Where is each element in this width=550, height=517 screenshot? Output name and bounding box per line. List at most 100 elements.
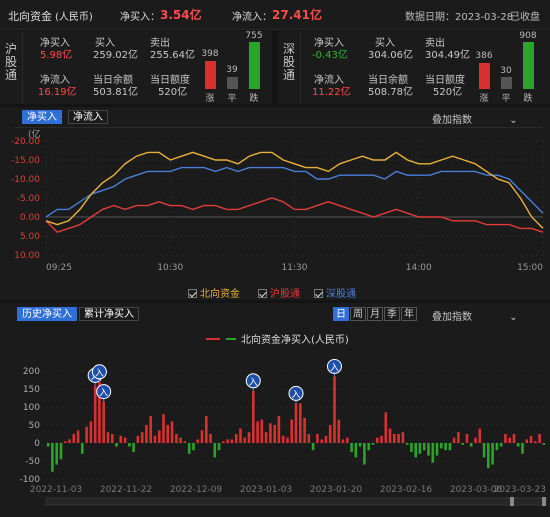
- tab-cumulative-net-buy[interactable]: 累计净买入: [79, 307, 139, 321]
- checkbox-icon: [188, 289, 197, 298]
- net-inflow-label: 净流入：: [232, 12, 272, 23]
- net-buy-value: 3.54亿: [160, 8, 202, 22]
- x-tick-label: 2023-02-16: [380, 485, 433, 495]
- bar: [354, 443, 358, 458]
- bar: [435, 443, 439, 456]
- bar: [230, 439, 234, 443]
- bar: [234, 434, 238, 443]
- bar: [380, 435, 383, 443]
- legend-sh-label: 沪股通: [270, 289, 300, 300]
- bar: [397, 434, 400, 443]
- sz-up-bar: [479, 63, 490, 89]
- bar: [516, 443, 520, 447]
- period-month[interactable]: 月: [367, 307, 383, 321]
- legend-northbound[interactable]: 北向资金: [188, 285, 240, 300]
- bar: [136, 435, 140, 443]
- time-scrollbar: [45, 497, 547, 506]
- sz-flat-bar: [501, 77, 512, 89]
- sz-balance: 508.78亿: [368, 87, 413, 98]
- bar: [175, 434, 178, 443]
- y-tick-label: 200: [23, 367, 40, 377]
- bar: [111, 434, 114, 443]
- bar: [269, 423, 272, 443]
- bar: [81, 443, 84, 454]
- y-tick-label: 50: [29, 421, 41, 431]
- market-status: 已收盘: [510, 12, 540, 23]
- bar: [457, 432, 460, 443]
- history-overlay-index-label: 叠加指数: [432, 312, 472, 323]
- period-year[interactable]: 年: [401, 307, 417, 321]
- sh-sell: 255.64亿: [150, 50, 195, 61]
- legend-sz[interactable]: 深股通: [314, 285, 356, 300]
- bar: [115, 443, 118, 447]
- period-week[interactable]: 周: [350, 307, 366, 321]
- bar: [358, 443, 362, 447]
- history-legend-label: 北向资金净买入(人民币): [241, 335, 349, 346]
- bar: [222, 441, 225, 443]
- bar: [166, 425, 170, 443]
- bar: [145, 425, 148, 443]
- bar: [286, 437, 289, 443]
- overlay-index-dropdown[interactable]: 叠加指数 ⌄: [432, 111, 518, 126]
- bar: [213, 443, 217, 458]
- sh-up-label: 涨: [205, 94, 215, 104]
- sz-up-label: 涨: [479, 94, 489, 104]
- x-tick-label: 2022-11-22: [100, 485, 152, 495]
- bar: [303, 417, 306, 443]
- y-tick-label: 150: [23, 385, 40, 395]
- y-tick-label: -100: [20, 475, 41, 485]
- bar: [465, 434, 469, 443]
- bar: [209, 434, 212, 443]
- sh-flat-label: 平: [227, 94, 237, 104]
- chevron-down-icon: ⌄: [509, 312, 518, 323]
- tab-history-net-buy[interactable]: 历史净买入: [17, 307, 77, 321]
- x-tick-label: 2023-01-03: [240, 485, 292, 495]
- chevron-down-icon: ⌄: [509, 115, 518, 126]
- legend-sh[interactable]: 沪股通: [258, 285, 300, 300]
- x-tick-label: 2023-01-20: [310, 485, 363, 495]
- bar: [388, 428, 392, 443]
- scroll-handle-left: [510, 497, 514, 506]
- sz-down-label: 跌: [523, 94, 533, 104]
- bar: [51, 443, 54, 472]
- tab-net-buy[interactable]: 净买入: [22, 110, 62, 124]
- net-buy-label: 净买入：: [120, 12, 160, 23]
- bar: [55, 443, 58, 465]
- bar: [504, 434, 507, 443]
- bar: [499, 443, 503, 447]
- bar: [324, 435, 328, 443]
- bar: [542, 443, 546, 445]
- period-day[interactable]: 日: [333, 307, 349, 321]
- tab-net-inflow[interactable]: 净流入: [68, 110, 108, 124]
- bar: [521, 443, 524, 454]
- checkbox-icon: [314, 289, 323, 298]
- sz-up-count: 386: [475, 51, 493, 61]
- bar: [72, 434, 76, 443]
- y-tick-label: -15.00: [11, 156, 40, 166]
- x-tick-label: 2022-12-09: [170, 485, 223, 495]
- bar: [512, 434, 516, 443]
- bar: [281, 435, 285, 443]
- bar: [452, 437, 456, 443]
- sz-down-count: 908: [519, 31, 537, 41]
- y-tick-label: 10.00: [14, 251, 40, 261]
- sz-net-inflow: 11.22亿: [312, 87, 351, 98]
- bar: [128, 443, 131, 447]
- bar: [495, 443, 499, 451]
- period-quarter[interactable]: 季: [384, 307, 400, 321]
- sh-down-bar: [249, 42, 260, 89]
- bar: [448, 443, 452, 451]
- sh-quota: 520亿: [158, 87, 188, 98]
- history-overlay-index-dropdown[interactable]: 叠加指数 ⌄: [432, 308, 518, 323]
- bar: [393, 434, 396, 443]
- sh-buy: 259.02亿: [93, 50, 138, 61]
- data-date: 数据日期：2023-03-28: [405, 12, 514, 23]
- bar: [102, 401, 105, 443]
- y-tick-label: -5.00: [17, 194, 41, 204]
- bar: [158, 430, 161, 443]
- bar: [350, 443, 353, 452]
- bar: [59, 443, 63, 460]
- bar: [140, 432, 144, 443]
- bar: [337, 419, 341, 443]
- sz-sell: 304.49亿: [425, 50, 470, 61]
